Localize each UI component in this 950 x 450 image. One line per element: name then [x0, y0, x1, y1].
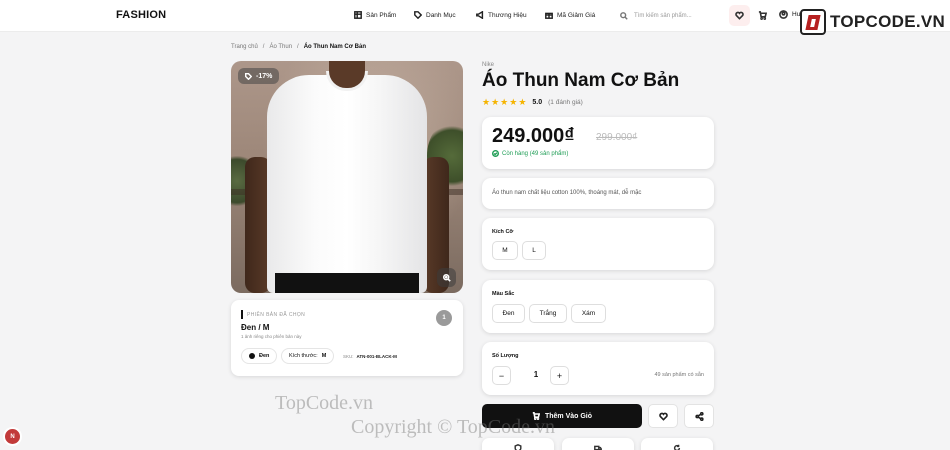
feature-card	[641, 438, 713, 450]
search-icon	[620, 11, 628, 20]
zoom-button[interactable]	[437, 268, 456, 287]
chat-avatar-button[interactable]: N	[5, 429, 20, 444]
nav-products[interactable]: Sản Phẩm	[354, 11, 396, 19]
size-option-m[interactable]: M	[492, 241, 518, 260]
color-option-gray[interactable]: Xám	[571, 304, 606, 323]
quantity-decrease-button[interactable]: −	[492, 366, 511, 385]
breadcrumb-current: Áo Thun Nam Cơ Bản	[303, 44, 366, 50]
variant-color-text: Đen	[259, 353, 270, 359]
cart-icon	[758, 11, 767, 20]
search-placeholder: Tìm kiếm sản phẩm...	[634, 12, 692, 19]
heart-icon	[735, 11, 744, 20]
variant-value: Đen / M	[241, 323, 270, 332]
variant-color-chip: Đen	[241, 348, 278, 364]
tag-icon	[414, 11, 422, 19]
nav-brands[interactable]: Thương Hiệu	[476, 11, 527, 19]
product-image[interactable]	[231, 61, 463, 293]
watermark-text: TopCode.vn	[275, 392, 374, 414]
watermark-copyright: Copyright © TopCode.vn	[351, 416, 555, 438]
share-icon	[694, 411, 704, 421]
truck-icon	[594, 445, 602, 450]
cart-button[interactable]	[752, 5, 773, 26]
feature-card	[562, 438, 634, 450]
check-circle-icon	[492, 150, 499, 157]
breadcrumb-home[interactable]: Trang chủ	[231, 44, 258, 50]
product-rating: ★ ★ ★ ★ ★ 5.0 (1 đánh giá)	[482, 98, 583, 107]
add-to-wishlist-button[interactable]	[648, 404, 678, 428]
variant-size-chip: Kích thước: M	[281, 348, 335, 364]
original-price: 299.000₫	[596, 132, 638, 143]
nav-categories-label: Danh Mục	[426, 11, 456, 19]
variant-sku: SKU: ATN-001-BLACK-M	[343, 348, 397, 364]
star-icon: ★	[491, 97, 500, 107]
quantity-increase-button[interactable]: +	[550, 366, 569, 385]
breadcrumb-separator: /	[262, 44, 265, 50]
watermark-emblem-icon	[800, 9, 826, 35]
tshirt-illustration	[267, 75, 427, 293]
nav-products-label: Sản Phẩm	[366, 11, 397, 19]
gift-icon	[545, 12, 553, 19]
breadcrumb-separator: /	[297, 44, 299, 50]
nav-coupons-label: Mã Giảm Giá	[557, 11, 596, 19]
variant-size-value: M	[321, 353, 327, 359]
heart-icon	[658, 412, 668, 421]
breadcrumb: Trang chủ / Áo Thun / Áo Thun Nam Cơ Bản	[231, 44, 366, 50]
breadcrumb-category[interactable]: Áo Thun	[269, 44, 292, 50]
quantity-stepper: Số Lượng − 1 + 49 sản phẩm có sẵn	[482, 342, 714, 395]
nav-brands-label: Thương Hiệu	[488, 11, 527, 19]
feature-card	[482, 438, 554, 450]
nav-coupons[interactable]: Mã Giảm Giá	[545, 11, 595, 19]
variant-section-label: PHIÊN BẢN ĐÃ CHỌN	[241, 310, 305, 319]
megaphone-icon	[476, 11, 484, 19]
discount-badge: -17%	[238, 68, 280, 84]
watermark-logo: TOPCODE.VN	[800, 9, 945, 35]
search-input[interactable]: Tìm kiếm sản phẩm...	[612, 5, 724, 26]
current-price: 249.000₫	[492, 125, 575, 147]
share-button[interactable]	[684, 404, 714, 428]
description-card: Áo thun nam chất liệu cotton 100%, thoán…	[482, 178, 714, 209]
quantity-available: 49 sản phẩm có sẵn	[654, 372, 704, 378]
product-title: Áo Thun Nam Cơ Bản	[482, 70, 680, 91]
variant-sku-label: SKU:	[343, 353, 354, 359]
shield-icon	[514, 444, 522, 450]
review-count[interactable]: (1 đánh giá)	[548, 99, 583, 106]
product-brand[interactable]: Nike	[482, 62, 494, 68]
variant-size-label: Kích thước:	[289, 353, 318, 359]
tag-icon	[245, 72, 252, 80]
wishlist-button[interactable]	[729, 5, 750, 26]
variant-note: 1 ảnh riêng cho phiên bản này	[241, 334, 302, 339]
product-description: Áo thun nam chất liệu cotton 100%, thoán…	[492, 190, 642, 196]
stock-text: Còn hàng (49 sản phẩm)	[502, 150, 569, 157]
color-selector: Màu Sắc Đen Trắng Xám	[482, 280, 714, 333]
star-icon: ★	[500, 97, 509, 107]
discount-badge-text: -17%	[256, 72, 273, 80]
price-card: 249.000₫ 299.000₫ Còn hàng (49 sản phẩm)	[482, 117, 714, 169]
refresh-icon	[673, 444, 681, 450]
user-icon	[779, 10, 788, 19]
variant-image-count: 1	[436, 310, 452, 326]
user-menu[interactable]: Hu	[779, 10, 800, 19]
quantity-title: Số Lượng	[492, 353, 519, 359]
watermark-logo-text: TOPCODE.VN	[830, 12, 946, 31]
brand-logo[interactable]: FASHION	[116, 9, 166, 21]
nav-categories[interactable]: Danh Mục	[414, 11, 456, 19]
quantity-value[interactable]: 1	[526, 370, 546, 379]
rating-score: 5.0	[532, 99, 543, 106]
color-title: Màu Sắc	[492, 291, 515, 297]
selected-variant-card: PHIÊN BẢN ĐÃ CHỌN Đen / M 1 ảnh riêng ch…	[231, 300, 463, 376]
variant-sku-value: ATN-001-BLACK-M	[356, 353, 397, 359]
star-icon: ★	[509, 97, 518, 107]
size-selector: Kích Cỡ M L	[482, 218, 714, 270]
star-icon: ★	[482, 97, 491, 107]
size-option-l[interactable]: L	[522, 241, 546, 260]
size-title: Kích Cỡ	[492, 229, 514, 235]
stock-status: Còn hàng (49 sản phẩm)	[492, 150, 568, 157]
color-option-black[interactable]: Đen	[492, 304, 525, 323]
zoom-in-icon	[442, 273, 451, 282]
star-icon: ★	[518, 97, 527, 107]
color-swatch-icon	[249, 353, 255, 359]
color-option-white[interactable]: Trắng	[529, 304, 567, 323]
grid-icon	[354, 11, 362, 19]
